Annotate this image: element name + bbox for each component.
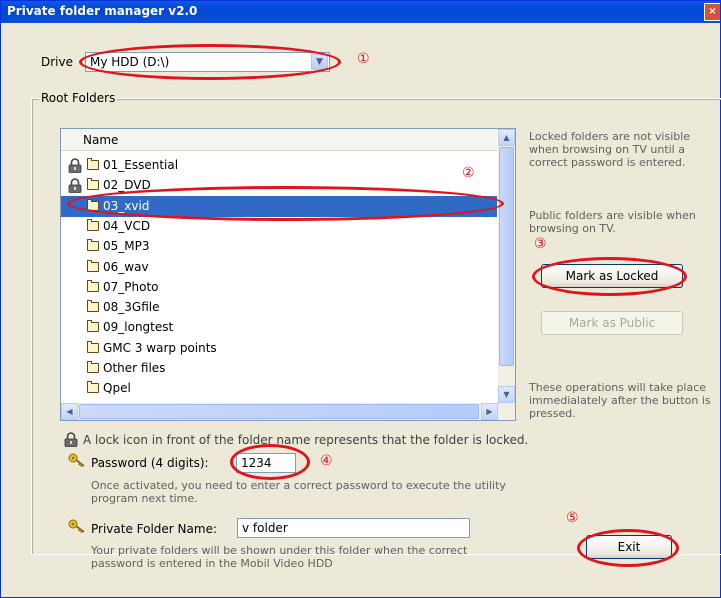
mark-as-locked-button[interactable]: Mark as Locked	[541, 264, 683, 288]
list-item[interactable]: 06_wav	[61, 257, 497, 278]
window-title: Private folder manager v2.0	[7, 4, 198, 18]
list-item[interactable]: 04_VCD	[61, 216, 497, 237]
scroll-down-icon[interactable]: ▼	[498, 386, 515, 403]
lock-icon	[64, 432, 78, 447]
folder-icon	[87, 198, 99, 211]
list-item[interactable]: 09_longtest	[61, 317, 497, 338]
drive-select-value: My HDD (D:\)	[90, 55, 170, 69]
folder-icon	[87, 381, 99, 394]
list-item[interactable]: 01_Essential	[61, 155, 497, 176]
scroll-right-icon[interactable]: ▶	[481, 403, 498, 420]
private-folder-hint: Your private folders will be shown under…	[91, 544, 468, 570]
folder-name: 02_DVD	[103, 178, 151, 193]
list-item[interactable]: 02_DVD	[61, 175, 497, 196]
lock-legend-text: A lock icon in front of the folder name …	[83, 433, 529, 447]
horizontal-scroll-thumb[interactable]	[79, 404, 479, 419]
list-item[interactable]: GMC 3 warp points	[61, 338, 497, 359]
exit-button[interactable]: Exit	[586, 535, 672, 559]
scroll-up-icon[interactable]: ▲	[498, 129, 515, 146]
annotation-marker-2: ②	[462, 165, 475, 181]
close-icon: ×	[708, 6, 717, 17]
folder-icon	[87, 259, 99, 272]
horizontal-scrollbar[interactable]: ◀ ▶	[61, 403, 515, 420]
annotation-marker-3: ③	[534, 236, 547, 252]
list-item[interactable]: 05_MP3	[61, 236, 497, 257]
folder-name: Other files	[103, 361, 166, 375]
locked-info-text: Locked folders are not visible when brow…	[529, 130, 691, 169]
annotation-marker-1: ①	[357, 51, 370, 67]
mark-as-public-button[interactable]: Mark as Public	[541, 311, 683, 335]
folder-icon	[87, 218, 99, 231]
folder-icon	[87, 361, 99, 373]
column-name-label: Name	[83, 133, 119, 147]
vertical-scrollbar[interactable]: ▲ ▼	[498, 129, 515, 403]
folder-icon	[87, 320, 99, 333]
folder-name: 08_3Gfile	[103, 300, 160, 315]
key-icon-private-folder	[68, 519, 85, 533]
folder-icon	[87, 239, 99, 252]
list-item[interactable]: 07_Photo	[61, 277, 497, 298]
folder-name: 04_VCD	[103, 218, 151, 233]
title-bar[interactable]: Private folder manager v2.0 ×	[1, 1, 720, 23]
chevron-down-icon[interactable]: ▼	[311, 54, 328, 70]
root-folders-label: Root Folders	[39, 91, 118, 105]
lock-icon	[68, 178, 82, 194]
list-item[interactable]: 03_xvid	[61, 195, 497, 217]
dialog-window: Private folder manager v2.0 × Drive My H…	[0, 0, 721, 598]
folder-icon	[87, 340, 99, 353]
private-folder-input[interactable]	[237, 518, 470, 538]
drive-select[interactable]: My HDD (D:\) ▼	[85, 52, 330, 72]
private-folder-label: Private Folder Name:	[91, 522, 217, 536]
password-label: Password (4 digits):	[91, 456, 209, 470]
folder-icon	[87, 178, 99, 191]
password-input[interactable]	[236, 453, 296, 473]
folder-list[interactable]: Name 01_Essential 02_DVD 03_xvid 04_VCD 05_M…	[60, 128, 516, 421]
list-column-header[interactable]: Name	[61, 129, 497, 151]
folder-name: 09_longtest	[103, 320, 174, 335]
folder-icon	[87, 300, 99, 313]
list-item[interactable]: 08_3Gfile	[61, 297, 497, 318]
folder-name: 07_Photo	[103, 279, 159, 294]
folder-icon	[87, 279, 99, 292]
scroll-left-icon[interactable]: ◀	[61, 403, 78, 420]
password-hint: Once activated, you need to enter a corr…	[91, 479, 506, 505]
folder-name: 05_MP3	[103, 239, 150, 254]
annotation-marker-5: ⑤	[566, 510, 579, 526]
folder-name: Qpel	[103, 381, 131, 396]
folder-name: 06_wav	[103, 259, 149, 274]
public-info-text: Public folders are visible when browsing…	[529, 209, 696, 235]
list-item[interactable]: Qpel	[61, 378, 497, 399]
close-button[interactable]: ×	[704, 3, 720, 21]
drive-label: Drive	[41, 55, 73, 69]
folder-icon	[87, 158, 99, 170]
annotation-marker-4: ④	[320, 453, 333, 469]
folder-name: 03_xvid	[103, 198, 150, 213]
list-item[interactable]: Other files	[61, 358, 497, 379]
folder-name: GMC 3 warp points	[103, 340, 217, 355]
folder-name: 01_Essential	[103, 158, 179, 172]
operations-info-text: These operations will take place immedia…	[529, 381, 711, 420]
lock-icon	[68, 158, 82, 173]
vertical-scroll-thumb[interactable]	[499, 147, 514, 366]
key-icon	[68, 453, 85, 467]
